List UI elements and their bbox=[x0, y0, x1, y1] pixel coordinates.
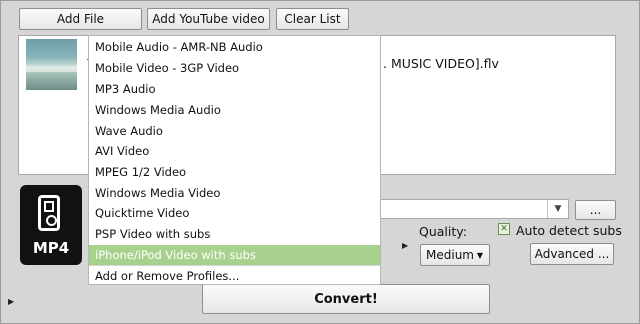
browse-button[interactable]: ... bbox=[575, 200, 616, 220]
menu-item[interactable]: Mobile Audio - AMR-NB Audio bbox=[89, 37, 380, 57]
file-name: . MUSIC VIDEO].flv bbox=[383, 56, 499, 71]
auto-detect-subs-checkbox[interactable]: ✕ bbox=[498, 223, 510, 235]
quality-label: Quality: bbox=[419, 224, 467, 239]
add-youtube-video-button[interactable]: Add YouTube video bbox=[147, 8, 270, 30]
output-folder-select[interactable]: ▼ bbox=[379, 199, 569, 219]
profile-dropdown-menu[interactable]: Mobile Audio - AMR-NB Audio Mobile Video… bbox=[88, 35, 381, 285]
menu-item[interactable]: Windows Media Video bbox=[89, 183, 380, 203]
auto-detect-subs-label: Auto detect subs bbox=[516, 223, 622, 238]
menu-item[interactable]: PSP Video with subs bbox=[89, 224, 380, 244]
chevron-down-icon: ▼ bbox=[476, 250, 483, 260]
menu-item[interactable]: MP3 Audio bbox=[89, 79, 380, 99]
ipod-icon bbox=[38, 195, 60, 231]
expand-arrow-icon[interactable]: ▶ bbox=[402, 241, 408, 250]
clear-list-button[interactable]: Clear List bbox=[276, 8, 349, 30]
video-thumbnail bbox=[26, 39, 77, 90]
menu-item[interactable]: Quicktime Video bbox=[89, 203, 380, 223]
menu-item[interactable]: AVI Video bbox=[89, 141, 380, 161]
quality-value: Medium bbox=[426, 248, 474, 262]
menu-item[interactable]: Mobile Video - 3GP Video bbox=[89, 58, 380, 78]
menu-item[interactable]: MPEG 1/2 Video bbox=[89, 162, 380, 182]
profile-format-label: MP4 bbox=[32, 239, 70, 257]
profile-icon[interactable]: MP4 bbox=[20, 185, 82, 265]
menu-item[interactable]: Wave Audio bbox=[89, 121, 380, 141]
menu-item-selected[interactable]: iPhone/iPod Video with subs bbox=[89, 245, 380, 265]
advanced-button[interactable]: Advanced ... bbox=[530, 243, 614, 265]
expand-panel-icon[interactable]: ▶ bbox=[8, 297, 14, 306]
app-window: Add File Add YouTube video Clear List Y … bbox=[0, 0, 640, 324]
menu-item[interactable]: Windows Media Audio bbox=[89, 100, 380, 120]
quality-select[interactable]: Medium ▼ bbox=[420, 244, 490, 266]
convert-button[interactable]: Convert! bbox=[202, 284, 490, 314]
add-file-button[interactable]: Add File bbox=[19, 8, 142, 30]
dropdown-arrow-icon[interactable]: ▼ bbox=[547, 200, 568, 218]
menu-item-add-remove-profiles[interactable]: Add or Remove Profiles... bbox=[89, 265, 380, 285]
